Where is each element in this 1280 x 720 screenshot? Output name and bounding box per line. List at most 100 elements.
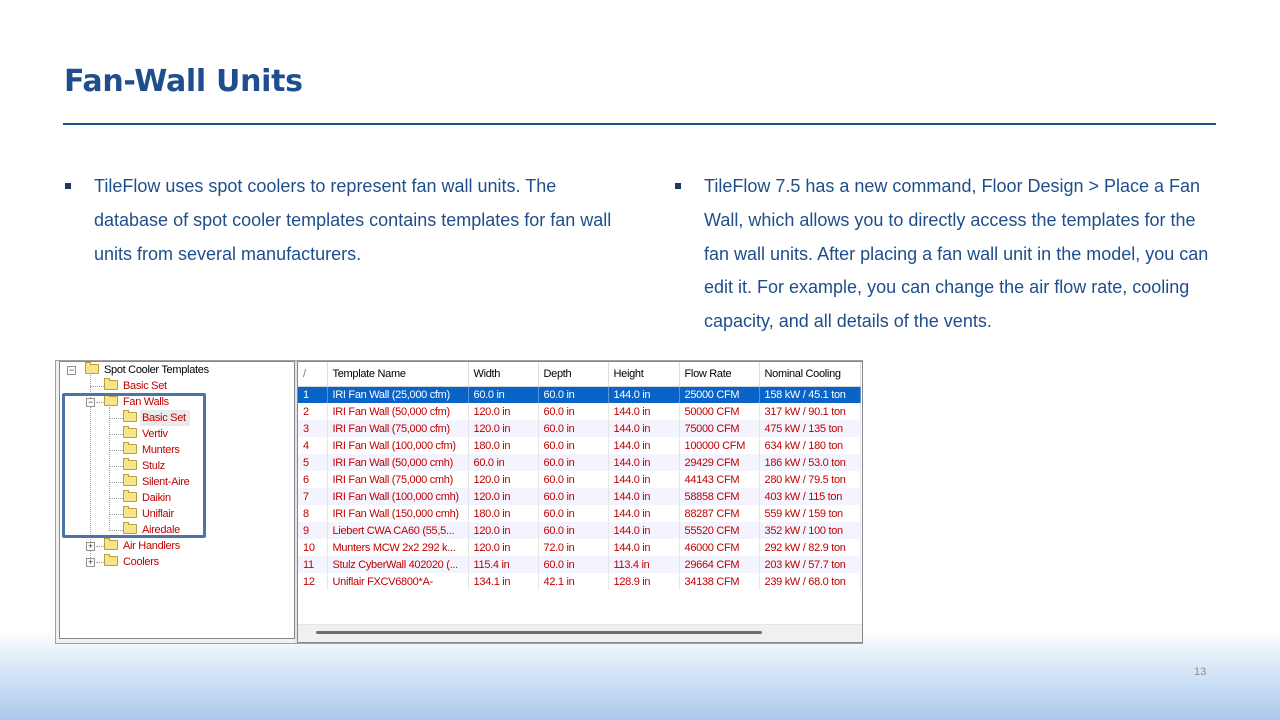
table-cell[interactable]: 403 kW / 115 ton [759,488,861,505]
horizontal-scrollbar[interactable] [298,624,862,642]
table-cell[interactable]: 144.0 in [608,522,680,539]
table-cell[interactable]: IRI Fan Wall (75,000 cfm) [327,420,469,437]
table-cell[interactable]: 475 kW / 135 ton [759,420,861,437]
table-cell[interactable]: IRI Fan Wall (150,000 cmh) [327,505,469,522]
table-cell[interactable]: Munters MCW 2x2 292 k... [327,539,469,556]
table-cell[interactable]: 144.0 in [608,488,680,505]
table-cell[interactable]: 58858 CFM [679,488,760,505]
table-cell[interactable]: 120.0 in [468,488,539,505]
table-row[interactable]: 12 Uniflair FXCV6800*A- 134.1 in 42.1 in 128… [298,573,861,590]
table-cell[interactable]: 144.0 in [608,420,680,437]
table-cell[interactable]: 144.0 in [608,539,680,556]
table-cell[interactable]: IRI Fan Wall (100,000 cmh) [327,488,469,505]
table-row[interactable]: 7 IRI Fan Wall (100,000 cmh) 120.0 in 60.0 … [298,488,861,505]
table-cell[interactable]: IRI Fan Wall (100,000 cfm) [327,437,469,454]
table-cell[interactable]: 280 kW / 79.5 ton [759,471,861,488]
row-number-cell[interactable]: 10 [298,539,328,556]
table-cell[interactable]: 46000 CFM [679,539,760,556]
table-row[interactable]: 11 Stulz CyberWall 402020 (... 115.4 in 60.… [298,556,861,573]
table-cell[interactable]: 60.0 in [538,488,609,505]
column-header-height[interactable]: Height [608,362,680,387]
row-number-cell[interactable]: 6 [298,471,328,488]
table-cell[interactable]: 60.0 in [538,471,609,488]
table-cell[interactable]: 115.4 in [468,556,539,573]
table-cell[interactable]: 60.0 in [538,403,609,420]
table-cell[interactable]: 134.1 in [468,573,539,590]
table-cell[interactable]: 60.0 in [538,505,609,522]
table-cell[interactable]: 144.0 in [608,454,680,471]
table-cell[interactable]: 180.0 in [468,437,539,454]
table-cell[interactable]: 60.0 in [538,454,609,471]
template-grid[interactable]: / Template Name Width Depth Height Flow … [297,361,863,643]
table-cell[interactable]: Stulz CyberWall 402020 (... [327,556,469,573]
column-header-template-name[interactable]: Template Name [327,362,469,387]
table-cell[interactable]: 72.0 in [538,539,609,556]
table-cell[interactable]: 317 kW / 90.1 ton [759,403,861,420]
table-cell[interactable]: 144.0 in [608,403,680,420]
table-cell[interactable]: 144.0 in [608,386,680,403]
collapse-icon[interactable]: − [67,366,76,375]
table-cell[interactable]: 120.0 in [468,471,539,488]
table-cell[interactable]: 29664 CFM [679,556,760,573]
expand-icon[interactable]: + [86,558,95,567]
row-number-cell[interactable]: 9 [298,522,328,539]
table-cell[interactable]: 60.0 in [538,556,609,573]
table-row[interactable]: 10 Munters MCW 2x2 292 k... 120.0 in 72.0 i… [298,539,861,556]
table-cell[interactable]: 559 kW / 159 ton [759,505,861,522]
table-row[interactable]: 8 IRI Fan Wall (150,000 cmh) 180.0 in 60.0 … [298,505,861,522]
table-cell[interactable]: 144.0 in [608,505,680,522]
table-cell[interactable]: Liebert CWA CA60 (55,5... [327,522,469,539]
table-row[interactable]: 6 IRI Fan Wall (75,000 cmh) 120.0 in 60.0 i… [298,471,861,488]
expand-icon[interactable]: + [86,542,95,551]
row-number-cell[interactable]: 1 [298,386,328,403]
table-cell[interactable]: 186 kW / 53.0 ton [759,454,861,471]
table-cell[interactable]: IRI Fan Wall (50,000 cfm) [327,403,469,420]
row-number-cell[interactable]: 4 [298,437,328,454]
table-cell[interactable]: 60.0 in [468,454,539,471]
table-cell[interactable]: IRI Fan Wall (75,000 cmh) [327,471,469,488]
row-number-cell[interactable]: 3 [298,420,328,437]
table-cell[interactable]: Uniflair FXCV6800*A- [327,573,469,590]
table-row[interactable]: 5 IRI Fan Wall (50,000 cmh) 60.0 in 60.0 in… [298,454,861,471]
table-cell[interactable]: 60.0 in [538,386,609,403]
row-number-cell[interactable]: 5 [298,454,328,471]
column-header-depth[interactable]: Depth [538,362,609,387]
table-cell[interactable]: 50000 CFM [679,403,760,420]
table-cell[interactable]: 25000 CFM [679,386,760,403]
table-cell[interactable]: 60.0 in [468,386,539,403]
table-cell[interactable]: 144.0 in [608,437,680,454]
table-cell[interactable]: 128.9 in [608,573,680,590]
table-cell[interactable]: 120.0 in [468,539,539,556]
table-cell[interactable]: IRI Fan Wall (25,000 cfm) [327,386,469,403]
table-cell[interactable]: IRI Fan Wall (50,000 cmh) [327,454,469,471]
table-cell[interactable]: 158 kW / 45.1 ton [759,386,861,403]
table-cell[interactable]: 113.4 in [608,556,680,573]
table-cell[interactable]: 144.0 in [608,471,680,488]
table-cell[interactable]: 60.0 in [538,522,609,539]
table-cell[interactable]: 180.0 in [468,505,539,522]
table-cell[interactable]: 60.0 in [538,420,609,437]
table-row[interactable]: 9 Liebert CWA CA60 (55,5... 120.0 in 60.0 i… [298,522,861,539]
table-cell[interactable]: 120.0 in [468,403,539,420]
row-number-cell[interactable]: 8 [298,505,328,522]
table-cell[interactable]: 292 kW / 82.9 ton [759,539,861,556]
row-number-cell[interactable]: 11 [298,556,328,573]
table-cell[interactable]: 352 kW / 100 ton [759,522,861,539]
grid-corner[interactable]: / [298,362,328,387]
row-number-cell[interactable]: 7 [298,488,328,505]
table-row[interactable]: 1 IRI Fan Wall (25,000 cfm) 60.0 in 60.0 in… [298,386,861,403]
column-header-nominal-cooling[interactable]: Nominal Cooling [759,362,861,387]
table-cell[interactable]: 120.0 in [468,522,539,539]
table-cell[interactable]: 239 kW / 68.0 ton [759,573,861,590]
table-cell[interactable]: 75000 CFM [679,420,760,437]
table-cell[interactable]: 100000 CFM [679,437,760,454]
table-cell[interactable]: 29429 CFM [679,454,760,471]
table-row[interactable]: 3 IRI Fan Wall (75,000 cfm) 120.0 in 60.0 i… [298,420,861,437]
table-cell[interactable]: 55520 CFM [679,522,760,539]
table-row[interactable]: 2 IRI Fan Wall (50,000 cfm) 120.0 in 60.0 i… [298,403,861,420]
row-number-cell[interactable]: 12 [298,573,328,590]
row-number-cell[interactable]: 2 [298,403,328,420]
table-cell[interactable]: 203 kW / 57.7 ton [759,556,861,573]
column-header-width[interactable]: Width [468,362,539,387]
table-cell[interactable]: 42.1 in [538,573,609,590]
